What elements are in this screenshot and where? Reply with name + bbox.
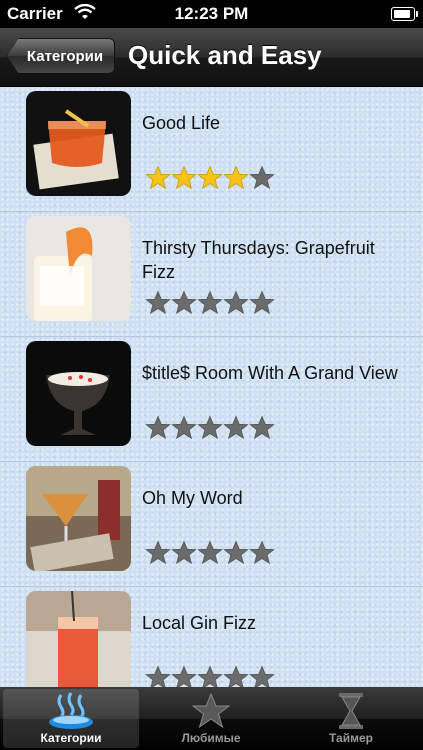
star-empty-icon [145, 540, 171, 565]
back-button[interactable]: Категории [7, 38, 115, 74]
list-item[interactable]: Local Gin Fizz [0, 587, 423, 687]
star-empty-icon [145, 290, 171, 315]
star-filled-icon [145, 165, 171, 190]
tab-bar: Категории Любимые Таймер [0, 687, 423, 750]
cocktail-thumbnail [26, 591, 131, 687]
star-empty-icon [249, 415, 275, 440]
item-title: Oh My Word [142, 488, 243, 508]
tab-timer[interactable]: Таймер [283, 689, 419, 748]
page-title: Quick and Easy [128, 40, 322, 70]
star-empty-icon [223, 290, 249, 315]
star-empty-icon [171, 415, 197, 440]
cocktail-thumbnail [26, 341, 131, 446]
star-empty-icon [197, 415, 223, 440]
star-filled-icon [171, 165, 197, 190]
clock-label: 12:23 PM [174, 4, 249, 23]
navigation-bar: Категории Quick and Easy [0, 28, 423, 87]
cocktail-thumbnail [26, 216, 131, 321]
tab-label: Любимые [181, 731, 241, 745]
rating-stars [145, 165, 275, 191]
star-empty-icon [197, 290, 223, 315]
star-filled-icon [223, 165, 249, 190]
status-bar: Carrier 12:23 PM [0, 0, 423, 28]
cocktail-thumbnail [26, 91, 131, 196]
rating-stars [145, 665, 275, 687]
star-empty-icon [171, 540, 197, 565]
star-empty-icon [223, 540, 249, 565]
recipe-list[interactable]: Good Life Thirsty Thursdays: Grapefruit … [0, 87, 423, 687]
star-empty-icon [249, 540, 275, 565]
star-empty-icon [249, 165, 275, 190]
star-empty-icon [171, 665, 197, 687]
tab-categories[interactable]: Категории [3, 689, 139, 748]
hourglass-icon [334, 691, 368, 734]
steam-bowl-icon [47, 691, 95, 734]
cocktail-thumbnail [26, 466, 131, 571]
list-item[interactable]: Thirsty Thursdays: Grapefruit Fizz [0, 212, 423, 337]
star-empty-icon [249, 290, 275, 315]
star-filled-icon [197, 165, 223, 190]
list-item[interactable]: Good Life [0, 87, 423, 212]
star-empty-icon [197, 540, 223, 565]
star-icon [191, 691, 231, 734]
star-empty-icon [197, 665, 223, 687]
tab-label: Категории [40, 731, 102, 745]
rating-stars [145, 290, 275, 316]
battery-icon [391, 7, 418, 21]
list-item[interactable]: Oh My Word [0, 462, 423, 587]
star-empty-icon [145, 415, 171, 440]
item-title: Local Gin Fizz [142, 613, 257, 633]
star-empty-icon [223, 665, 249, 687]
star-empty-icon [171, 290, 197, 315]
item-title: $title$ Room With A Grand View [142, 363, 398, 383]
star-empty-icon [145, 665, 171, 687]
list-item[interactable]: $title$ Room With A Grand View [0, 337, 423, 462]
star-empty-icon [223, 415, 249, 440]
rating-stars [145, 415, 275, 441]
tab-favorites[interactable]: Любимые [143, 689, 279, 748]
item-title: Thirsty Thursdays: Grapefruit Fizz [142, 238, 375, 282]
star-empty-icon [249, 665, 275, 687]
rating-stars [145, 540, 275, 566]
item-title: Good Life [142, 113, 221, 133]
tab-label: Таймер [329, 731, 373, 745]
